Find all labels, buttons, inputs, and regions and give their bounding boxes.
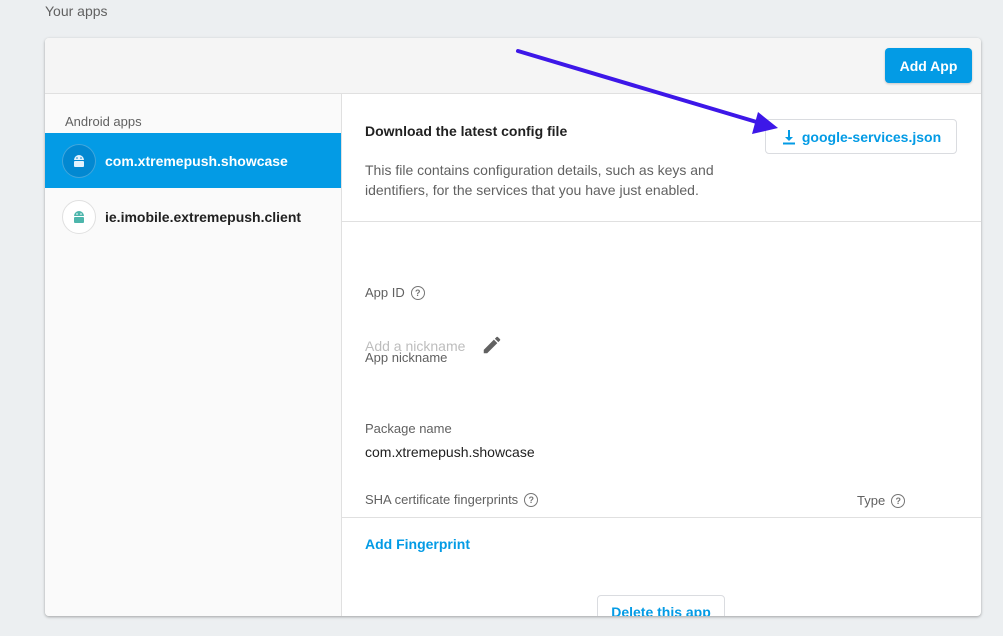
sidebar-heading: Android apps	[65, 114, 142, 129]
sidebar-item-client[interactable]: ie.imobile.extremepush.client	[45, 189, 341, 244]
download-config-label: google-services.json	[801, 128, 942, 145]
app-id-label: App ID ?	[365, 285, 425, 300]
help-icon[interactable]: ?	[891, 493, 906, 508]
android-icon	[62, 143, 96, 178]
delete-app-button[interactable]: Delete this app	[597, 595, 725, 616]
type-label: Type ?	[857, 493, 906, 508]
pencil-icon[interactable]	[481, 334, 503, 361]
sha-fingerprints-label: SHA certificate fingerprints ?	[365, 492, 539, 507]
download-config-button[interactable]: google-services.json	[765, 119, 957, 154]
apps-sidebar: Android apps com.xtremepush.showcase ie.…	[45, 94, 342, 616]
package-name-label: Package name	[365, 421, 452, 436]
app-details-panel: Download the latest config file This fil…	[342, 94, 981, 616]
section-label: Your apps	[45, 3, 108, 19]
help-icon[interactable]: ?	[524, 492, 539, 507]
config-description: This file contains configuration details…	[365, 162, 714, 198]
nickname-placeholder[interactable]: Add a nickname	[365, 338, 465, 354]
package-name-value: com.xtremepush.showcase	[365, 444, 535, 460]
add-fingerprint-link[interactable]: Add Fingerprint	[365, 536, 470, 552]
sidebar-item-label: ie.imobile.extremepush.client	[105, 208, 302, 225]
config-section: Download the latest config file This fil…	[342, 94, 981, 222]
divider	[342, 517, 981, 518]
config-title: Download the latest config file	[365, 123, 568, 139]
download-icon	[782, 129, 795, 144]
help-icon[interactable]: ?	[410, 285, 425, 300]
add-app-button[interactable]: Add App	[885, 48, 972, 83]
android-icon	[62, 199, 96, 234]
sidebar-item-label: com.xtremepush.showcase	[105, 152, 288, 169]
apps-card: Add App Android apps com.xtremepush.show…	[45, 38, 981, 616]
sidebar-item-showcase[interactable]: com.xtremepush.showcase	[45, 133, 341, 188]
card-header: Add App	[45, 38, 981, 94]
